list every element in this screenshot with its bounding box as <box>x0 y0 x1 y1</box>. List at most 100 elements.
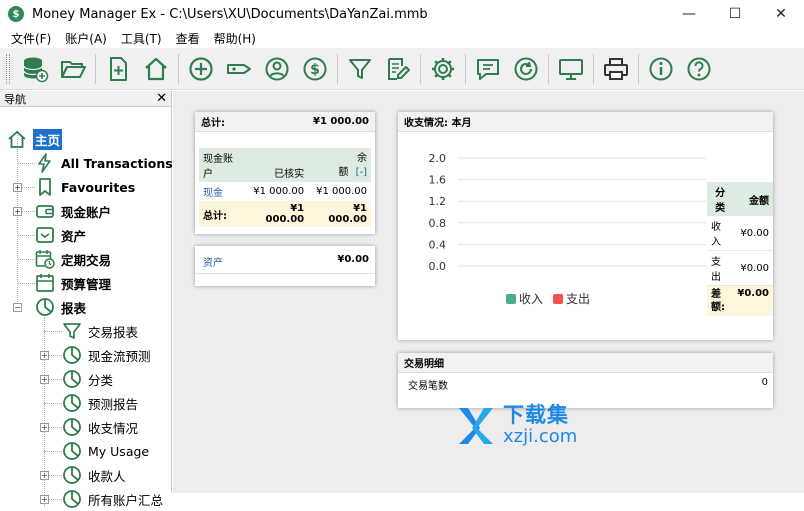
nav-item-reports[interactable]: 报表 <box>35 295 86 319</box>
nav-item-home[interactable]: 主页 <box>7 127 63 151</box>
watermark-logo-icon <box>459 408 493 444</box>
menu-file[interactable]: 文件(F) <box>4 30 58 47</box>
expander-favourites[interactable]: + <box>13 183 22 192</box>
close-button[interactable]: ✕ <box>758 0 804 28</box>
assets-link[interactable]: 资产 <box>203 254 223 273</box>
nav-item-assets[interactable]: 资产 <box>35 223 86 247</box>
calendar-icon <box>36 274 54 292</box>
gear-icon[interactable] <box>426 52 460 86</box>
account-link-cash[interactable]: 现金 <box>199 182 245 201</box>
nav-item-scheduled[interactable]: 定期交易 <box>35 247 111 271</box>
nav-item-label: 预测报告 <box>88 396 139 412</box>
refresh-icon[interactable] <box>509 52 543 86</box>
pie-chart-icon <box>63 442 81 460</box>
nav-item-categories[interactable]: 分类 <box>62 367 113 391</box>
ie-income-value: ¥0.00 <box>740 227 769 239</box>
menu-tools[interactable]: 工具(T) <box>114 30 169 47</box>
col-account: 现金账户 <box>199 148 246 182</box>
nav-item-cashflow[interactable]: 现金流预测 <box>62 343 151 367</box>
toolbar-grip[interactable] <box>6 53 10 84</box>
nav-item-label: 所有账户汇总 <box>88 492 164 508</box>
assets-card: 资产 ¥0.00 <box>195 246 375 286</box>
nav-item-all-transactions[interactable]: All Transactions <box>35 151 173 175</box>
ie-col-amount: 金额 <box>749 195 769 207</box>
nav-item-income-expense[interactable]: 收支情况 <box>62 415 138 439</box>
income-expense-card: 收支情况: 本月 2.0 1.6 1.2 0.8 0.4 0.0 收入 支出 分类 金额 … <box>398 112 773 340</box>
nav-item-label: 资产 <box>61 228 87 244</box>
nav-item-payees[interactable]: 收款人 <box>62 463 126 487</box>
chat-icon[interactable] <box>471 52 505 86</box>
transactions-title: 交易明细 <box>404 359 444 370</box>
help-icon[interactable] <box>682 52 716 86</box>
ie-diff-label-2: 额: <box>711 302 725 313</box>
transactions-count-label: 交易笔数 <box>408 381 448 392</box>
nav-item-forecast[interactable]: 预测报告 <box>62 391 138 415</box>
svg-text:$: $ <box>310 62 320 78</box>
nav-item-my-usage[interactable]: My Usage <box>62 439 149 463</box>
user-icon[interactable] <box>260 52 294 86</box>
y-tick-label: 1.6 <box>429 174 447 187</box>
edit-icon[interactable] <box>381 52 415 86</box>
dollar-icon[interactable]: $ <box>298 52 332 86</box>
nav-item-cash-accounts[interactable]: 现金账户 <box>35 199 111 223</box>
menu-bar: 文件(F) 账户(A) 工具(T) 查看 帮助(H) <box>0 28 804 48</box>
ie-col-category: 分类 <box>715 188 726 214</box>
app-icon: $ <box>8 6 24 22</box>
y-tick-label: 1.2 <box>429 195 447 208</box>
print-icon[interactable] <box>599 52 633 86</box>
expander-income-expense[interactable]: + <box>40 423 49 432</box>
y-tick-label: 0.8 <box>429 217 447 230</box>
summary-title: 总计: <box>201 118 225 129</box>
tag-icon[interactable] <box>222 52 256 86</box>
nav-item-budget[interactable]: 预算管理 <box>35 271 111 295</box>
pie-chart-icon <box>63 394 81 412</box>
menu-help[interactable]: 帮助(H) <box>207 30 263 47</box>
nav-item-label: 收支情况 <box>88 420 139 436</box>
info-icon[interactable] <box>644 52 678 86</box>
nav-item-label: All Transactions <box>61 155 173 171</box>
expander-categories[interactable]: + <box>40 375 49 384</box>
minimize-button[interactable]: — <box>666 0 712 28</box>
nav-close-icon[interactable]: ✕ <box>156 91 167 106</box>
nav-item-label: 交易报表 <box>88 324 139 340</box>
expander-payees[interactable]: + <box>40 471 49 480</box>
database-add-icon[interactable] <box>18 52 52 86</box>
nav-header-label: 导航 <box>4 92 26 106</box>
nav-item-all-accounts-summary[interactable]: 所有账户汇总 <box>62 487 163 511</box>
expander-all-accounts[interactable]: + <box>40 495 49 504</box>
menu-view[interactable]: 查看 <box>169 30 207 47</box>
col-balance-bottom: 额 <box>338 167 349 178</box>
nav-item-label: 主页 <box>33 128 63 150</box>
nav-item-label: 预算管理 <box>61 276 112 292</box>
y-tick-label: 0.0 <box>429 260 447 273</box>
nav-item-transaction-report[interactable]: 交易报表 <box>62 319 138 343</box>
ie-diff-label-1: 差 <box>711 289 721 300</box>
collapse-link[interactable]: [-] <box>356 167 367 178</box>
folder-open-icon[interactable] <box>56 52 90 86</box>
navigation-pane: 导航 ✕ + + − + + + + + 主页 All Transactions… <box>0 91 173 508</box>
expander-cashflow[interactable]: + <box>40 351 49 360</box>
menu-account[interactable]: 账户(A) <box>58 30 114 47</box>
expander-reports[interactable]: − <box>13 303 22 312</box>
ie-income-label: 收入 <box>711 222 721 248</box>
expander-cash-accounts[interactable]: + <box>13 207 22 216</box>
total-row: 总计: ¥1 000.00 ¥1 000.00 <box>199 201 371 227</box>
filter-icon[interactable] <box>343 52 377 86</box>
legend-expense: 支出 <box>566 292 591 306</box>
monitor-icon[interactable] <box>554 52 588 86</box>
home-icon <box>8 130 26 148</box>
home-icon[interactable] <box>139 52 173 86</box>
watermark-site: xzji.com <box>503 426 578 447</box>
add-circle-icon[interactable] <box>184 52 218 86</box>
row-reconciled: ¥1 000.00 <box>253 186 305 197</box>
ie-expense-value: ¥0.00 <box>740 262 769 274</box>
total-label: 总计: <box>203 210 227 222</box>
nav-item-favourites[interactable]: Favourites <box>35 175 135 199</box>
row-balance: ¥1 000.00 <box>316 186 367 197</box>
new-file-icon[interactable] <box>101 52 135 86</box>
nav-item-label: 现金流预测 <box>88 348 151 364</box>
maximize-button[interactable]: ☐ <box>712 0 758 28</box>
income-expense-header: 收支情况: 本月 <box>398 112 773 132</box>
watermark-brand: 下载集 <box>503 403 569 427</box>
nav-header: 导航 ✕ <box>0 91 171 107</box>
